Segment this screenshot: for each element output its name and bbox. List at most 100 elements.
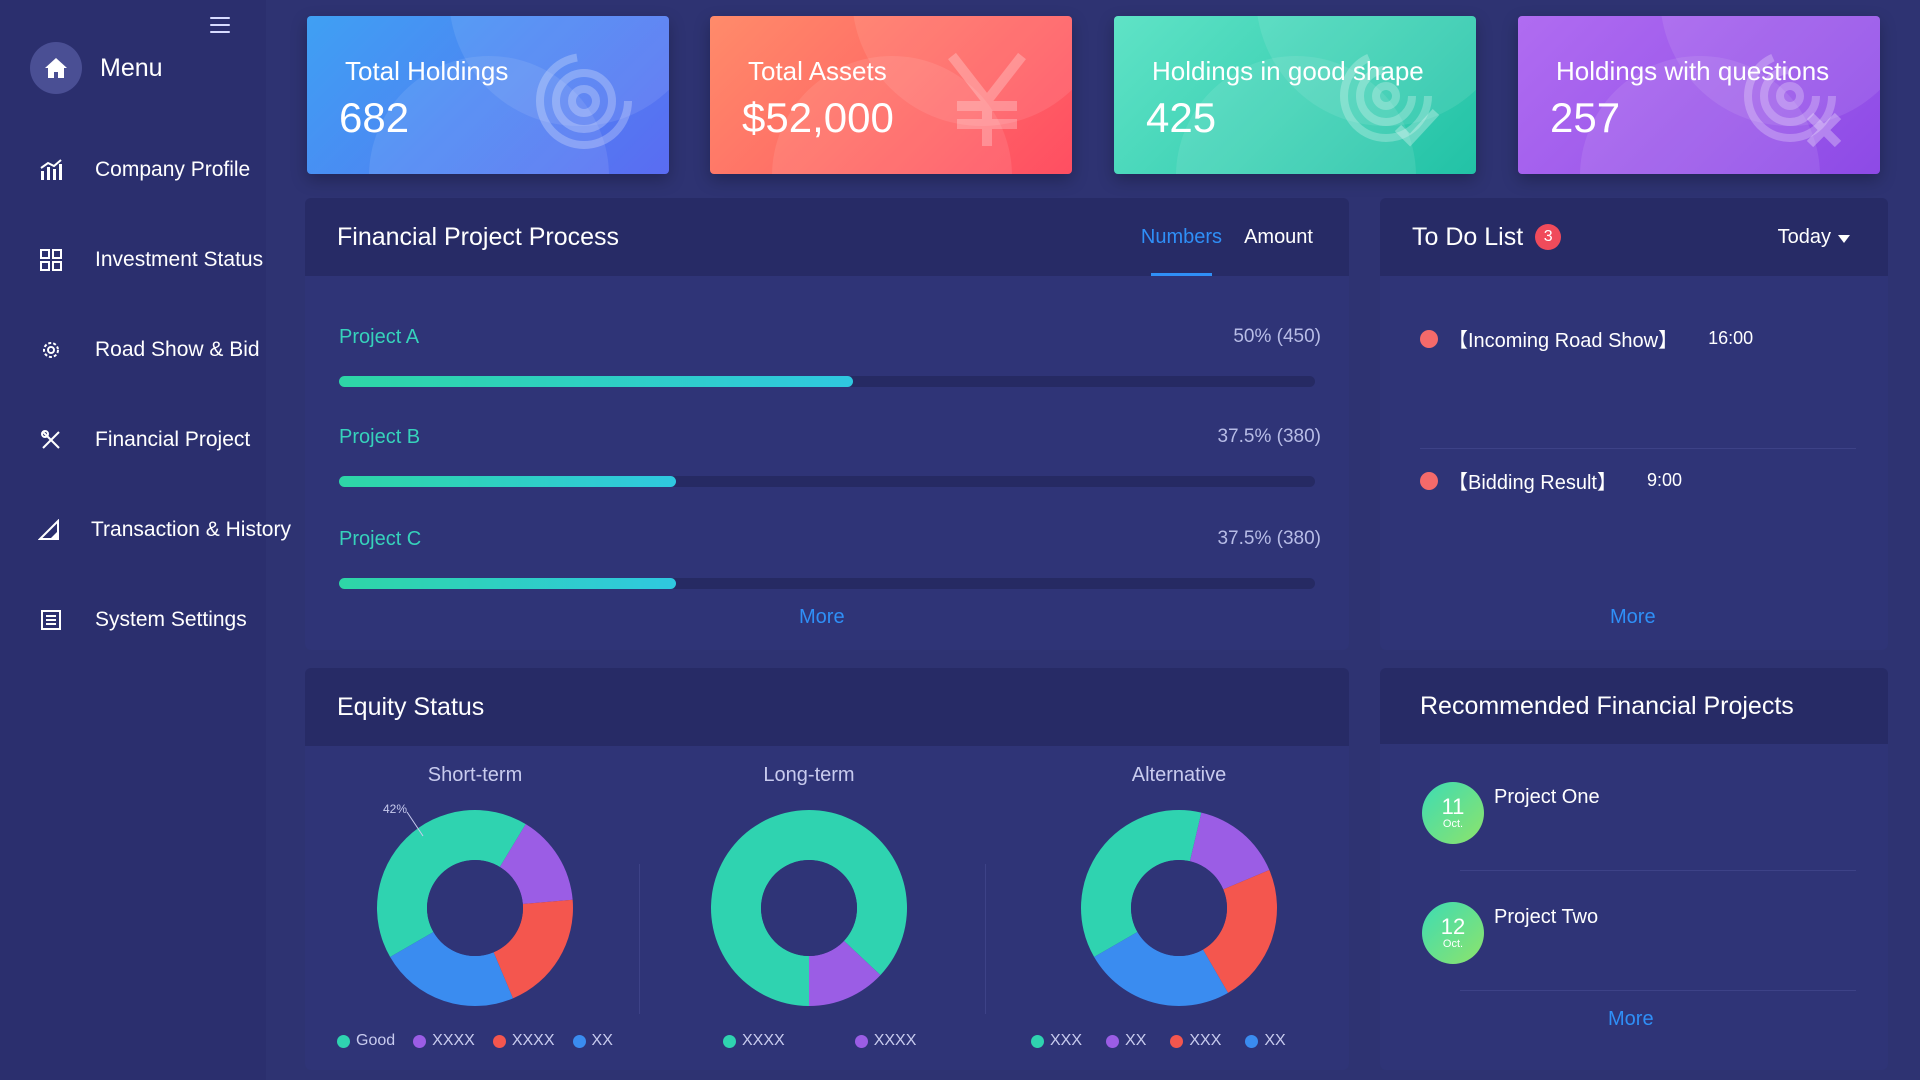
todo-panel: To Do List 3 Today 【Incoming Road Show】 …: [1380, 198, 1888, 650]
legend-item: XX: [572, 1032, 613, 1050]
stat-card-total-holdings[interactable]: Total Holdings 682: [307, 16, 669, 174]
list-icon: [38, 607, 64, 633]
progress-track: [339, 476, 1315, 487]
legend-alternative: XXX XX XXX XX: [1031, 1032, 1304, 1050]
legend-dot: [1170, 1034, 1184, 1048]
todo-time: 16:00: [1708, 328, 1754, 348]
todo-count-badge: 3: [1535, 224, 1562, 250]
todo-item[interactable]: 【Incoming Road Show】 16:00: [1420, 324, 1753, 353]
stat-card-total-assets[interactable]: Total Assets $52,000: [710, 16, 1072, 174]
todo-status-dot: [1420, 471, 1438, 490]
today-dropdown[interactable]: Today: [1778, 198, 1850, 276]
recommended-item[interactable]: 11 Oct. Project One: [1422, 782, 1600, 844]
sidebar-item-road-show-bid[interactable]: Road Show & Bid: [0, 305, 266, 395]
project-row[interactable]: Project C 37.5% (380): [339, 528, 1321, 589]
legend-short-term: Good XXXX XXXX XX: [337, 1032, 631, 1050]
legend-dot: [337, 1034, 350, 1048]
legend-label: XXXX: [511, 1032, 555, 1049]
legend-dot: [572, 1034, 586, 1048]
legend-item: XX: [1106, 1032, 1146, 1050]
project-row[interactable]: Project A 50% (450): [339, 326, 1321, 387]
legend-item: XX: [1245, 1032, 1286, 1050]
date-day: 12: [1440, 914, 1466, 939]
todo-label: 【Incoming Road Show】: [1448, 330, 1679, 352]
panel-title: To Do List: [1412, 222, 1524, 251]
legend-label: XX: [1125, 1032, 1147, 1049]
legend-dot: [1031, 1034, 1044, 1048]
ruler-triangle-icon: [38, 517, 60, 543]
sidebar-item-financial-project[interactable]: Financial Project: [0, 395, 266, 485]
legend-dot: [492, 1034, 506, 1048]
equity-status-panel: Equity Status Short-term Long-term Alter…: [305, 668, 1349, 1070]
legend-item: XXX: [1031, 1032, 1082, 1050]
legend-label: XXX: [1050, 1032, 1083, 1049]
bar-chart-icon: [38, 157, 64, 183]
stat-label: Total Assets: [748, 56, 887, 86]
donut-chart-alternative: [1081, 810, 1277, 1006]
legend-dot: [413, 1034, 427, 1048]
sidebar-item-label: Financial Project: [95, 428, 251, 451]
menu-header[interactable]: Menu: [30, 42, 163, 94]
sidebar: Menu Company Profile Investment Status R…: [0, 0, 291, 1080]
financial-tabs: Numbers Amount: [1119, 198, 1313, 276]
chart-title-short-term: Short-term: [427, 764, 523, 786]
panel-header: To Do List 3 Today: [1380, 198, 1888, 276]
yen-icon: [948, 52, 1026, 146]
home-icon[interactable]: [30, 42, 82, 94]
sidebar-item-label: System Settings: [95, 608, 247, 631]
sidebar-item-label: Transaction & History: [91, 518, 291, 541]
stat-card-holdings-questions[interactable]: Holdings with questions 257: [1518, 16, 1880, 174]
panel-header: Financial Project Process Numbers Amount: [305, 198, 1349, 276]
progress-fill: [339, 578, 676, 589]
recommended-item-name: Project Two: [1494, 906, 1599, 928]
legend-label: XX: [591, 1032, 613, 1049]
menu-title: Menu: [100, 53, 163, 82]
divider: [985, 864, 986, 1014]
date-month: Oct.: [1442, 818, 1464, 830]
tools-icon: [38, 427, 64, 453]
divider: [1420, 448, 1856, 449]
sidebar-item-company-profile[interactable]: Company Profile: [0, 125, 266, 215]
legend-long-term: XXXX XXXX: [723, 1032, 934, 1050]
stat-card-holdings-good[interactable]: Holdings in good shape 425: [1114, 16, 1476, 174]
sidebar-item-investment-status[interactable]: Investment Status: [0, 215, 266, 305]
legend-label: XX: [1264, 1032, 1286, 1049]
legend-label: XXXX: [742, 1032, 785, 1049]
donut-chart-long-term: [711, 810, 907, 1006]
date-badge: 12 Oct.: [1422, 902, 1484, 964]
sidebar-item-label: Investment Status: [95, 248, 264, 271]
chart-annotation: 42%: [383, 802, 408, 816]
sidebar-item-system-settings[interactable]: System Settings: [0, 575, 266, 665]
project-name: Project B: [339, 426, 421, 448]
todo-more-link[interactable]: More: [1610, 606, 1656, 629]
hamburger-menu-icon[interactable]: [208, 14, 232, 36]
legend-label: Good: [356, 1032, 396, 1049]
legend-dot: [723, 1034, 736, 1048]
todo-item[interactable]: 【Bidding Result】 9:00: [1420, 466, 1682, 495]
recommended-panel: Recommended Financial Projects 11 Oct. P…: [1380, 668, 1888, 1070]
recommended-more-link[interactable]: More: [1608, 1008, 1654, 1031]
project-name: Project A: [339, 326, 420, 348]
recommended-item[interactable]: 12 Oct. Project Two: [1422, 902, 1598, 964]
panel-title: Equity Status: [337, 692, 485, 721]
project-row[interactable]: Project B 37.5% (380): [339, 426, 1321, 487]
panel-header: Recommended Financial Projects: [1380, 668, 1888, 744]
tab-amount[interactable]: Amount: [1244, 198, 1313, 276]
legend-item: XXXX: [854, 1032, 916, 1050]
todo-status-dot: [1420, 329, 1438, 348]
project-name: Project C: [339, 528, 422, 550]
tab-numbers[interactable]: Numbers: [1141, 198, 1222, 276]
project-value: 37.5% (380): [1217, 528, 1321, 549]
sidebar-item-transaction-history[interactable]: Transaction & History: [0, 485, 291, 575]
stat-value: $52,000: [742, 94, 894, 141]
stat-value: 425: [1146, 94, 1217, 141]
date-month: Oct.: [1442, 938, 1464, 950]
divider: [639, 864, 640, 1014]
legend-dot: [1245, 1034, 1259, 1048]
chart-title-long-term: Long-term: [763, 764, 855, 786]
sidebar-item-label: Company Profile: [95, 158, 251, 181]
legend-label: XXXX: [432, 1032, 475, 1049]
divider: [1460, 990, 1856, 991]
financial-more-link[interactable]: More: [799, 606, 845, 629]
sidebar-item-label: Road Show & Bid: [95, 338, 260, 361]
